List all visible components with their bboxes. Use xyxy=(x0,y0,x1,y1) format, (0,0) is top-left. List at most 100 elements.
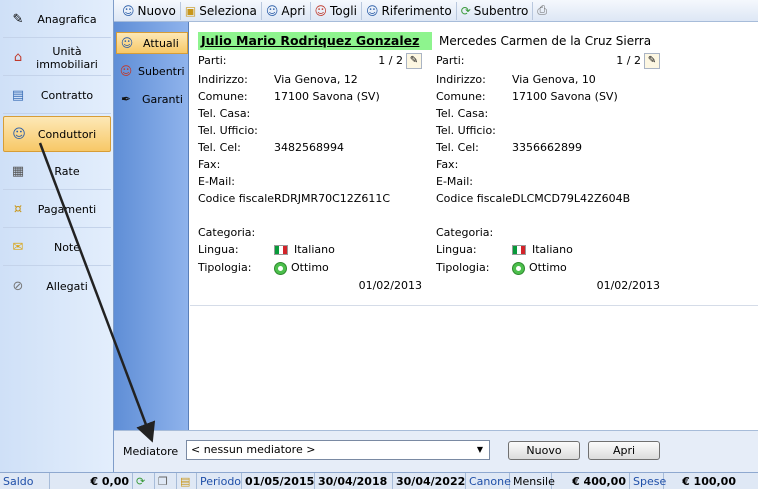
refresh-icon[interactable]: ⟳ xyxy=(133,472,155,489)
left-navigation: ✎ Anagrafica ⌂ Unità immobiliari ▤ Contr… xyxy=(0,0,114,472)
new-button[interactable]: ☺ Nuovo xyxy=(118,1,181,20)
calendar-icon: ▦ xyxy=(11,164,25,179)
codice-fiscale-label: Codice fiscale: xyxy=(198,192,278,205)
pencil-icon: ✎ xyxy=(12,12,24,27)
categoria-label: Categoria: xyxy=(198,226,256,239)
remove-user-icon: ☺ xyxy=(314,3,328,18)
tenant-card[interactable]: Julio Mario Rodriquez Gonzalez Parti: 1 … xyxy=(198,32,432,292)
mediator-open-button[interactable]: Apri xyxy=(588,441,660,460)
spese-value: € 100,00 xyxy=(682,474,736,488)
codice-fiscale-value: DLCMCD79L42Z604B xyxy=(512,192,631,205)
indirizzo-value: Via Genova, 12 xyxy=(274,73,358,86)
tipologia-value-wrap: Ottimo xyxy=(274,260,329,276)
tel-ufficio-label: Tel. Ufficio: xyxy=(198,124,258,137)
users-icon: ☺ xyxy=(120,36,134,50)
comune-label: Comune: xyxy=(198,90,248,103)
period-end-date: 30/04/2018 xyxy=(315,472,393,489)
tab-garanti[interactable]: ✒ Garanti xyxy=(116,88,188,110)
nav-item-rate[interactable]: ▦ Rate xyxy=(3,154,111,190)
tel-cel-label: Tel. Cel: xyxy=(198,141,241,154)
user-icon: ☺ xyxy=(12,126,26,142)
saldo-label: Saldo xyxy=(0,472,50,489)
parti-label: Parti: xyxy=(436,54,465,67)
tab-label: Garanti xyxy=(142,92,183,106)
parti-value: 1 / 2 xyxy=(616,54,641,67)
nav-item-allegati[interactable]: ⊘ Allegati xyxy=(3,268,111,304)
tab-subentri[interactable]: ☺ Subentri xyxy=(116,60,188,82)
date-row: 01/02/2013 xyxy=(198,278,422,294)
remove-button-label: Togli xyxy=(330,3,357,18)
email-label: E-Mail: xyxy=(198,175,235,188)
nav-item-anagrafica[interactable]: ✎ Anagrafica xyxy=(3,2,111,38)
nav-item-contratto[interactable]: ▤ Contratto xyxy=(3,78,111,114)
lingua-label: Lingua: xyxy=(436,243,477,256)
new-user-icon: ☺ xyxy=(122,3,135,18)
takeover-button[interactable]: ⟳ Subentro xyxy=(457,1,534,20)
parti-value-wrap: 1 / 2 ✎ xyxy=(378,53,422,69)
remove-button[interactable]: ☺ Togli xyxy=(311,1,362,20)
pen-icon: ✒ xyxy=(120,92,132,106)
nav-item-label: Contratto xyxy=(40,89,94,102)
nav-item-note[interactable]: ✉ Note xyxy=(3,230,111,266)
tel-ufficio-label: Tel. Ufficio: xyxy=(436,124,496,137)
mediator-select[interactable]: < nessun mediatore > ▼ xyxy=(186,440,490,460)
tenant-name[interactable]: Mercedes Carmen de la Cruz Sierra xyxy=(436,32,670,50)
tenant-date: 01/02/2013 xyxy=(358,279,422,292)
note-icon[interactable]: ▤ xyxy=(177,472,197,489)
tenant-name[interactable]: Julio Mario Rodriquez Gonzalez xyxy=(198,32,432,50)
nav-item-conduttori[interactable]: ☺ Conduttori xyxy=(3,116,111,152)
open-button-label: Apri xyxy=(281,3,306,18)
nav-item-unita-immobiliari[interactable]: ⌂ Unità immobiliari xyxy=(3,40,111,76)
tipologia-value: Ottimo xyxy=(529,261,567,274)
italy-flag-icon xyxy=(512,245,526,255)
tel-casa-label: Tel. Casa: xyxy=(436,107,489,120)
copy-icon[interactable]: ❐ xyxy=(155,472,177,489)
fax-label: Fax: xyxy=(198,158,221,171)
refresh-icon: ⟳ xyxy=(460,3,471,18)
spese-label: Spese xyxy=(630,472,666,489)
email-label: E-Mail: xyxy=(436,175,473,188)
reference-icon: ☺ xyxy=(365,3,379,18)
saldo-value: € 0,00 xyxy=(50,472,133,489)
nav-item-label: Unità immobiliari xyxy=(36,44,98,71)
tab-attuali[interactable]: ☺ Attuali xyxy=(116,32,188,54)
nav-item-pagamenti[interactable]: ¤ Pagamenti xyxy=(3,192,111,228)
chevron-down-icon[interactable]: ▼ xyxy=(473,443,487,457)
parti-value-wrap: 1 / 2 ✎ xyxy=(616,53,660,69)
tenant-card[interactable]: Mercedes Carmen de la Cruz Sierra Parti:… xyxy=(436,32,670,292)
nav-item-label: Anagrafica xyxy=(37,13,97,26)
house-icon: ⌂ xyxy=(13,50,23,65)
tel-cel-label: Tel. Cel: xyxy=(436,141,479,154)
status-bar: Saldo € 0,00 ⟳ ❐ ▤ Periodo 01/05/2015 30… xyxy=(0,472,758,489)
edit-pencil-icon[interactable]: ✎ xyxy=(406,53,422,69)
mediator-new-button[interactable]: Nuovo xyxy=(508,441,580,460)
indirizzo-value: Via Genova, 10 xyxy=(512,73,596,86)
printer-icon: ⎙ xyxy=(537,3,547,17)
takeover-button-label: Subentro xyxy=(473,3,529,18)
lingua-value-wrap: Italiano xyxy=(274,242,335,258)
tipologia-value-wrap: Ottimo xyxy=(512,260,567,276)
paperclip-icon: ⊘ xyxy=(12,278,24,294)
lingua-label: Lingua: xyxy=(198,243,239,256)
edit-pencil-icon[interactable]: ✎ xyxy=(644,53,660,69)
date-row: 01/02/2013 xyxy=(436,278,660,294)
select-icon: ▣ xyxy=(184,3,197,18)
lingua-value-wrap: Italiano xyxy=(512,242,573,258)
tel-casa-label: Tel. Casa: xyxy=(198,107,251,120)
lingua-value: Italiano xyxy=(532,243,573,256)
codice-fiscale-label: Codice fiscale: xyxy=(436,192,516,205)
tel-cel-value: 3356662899 xyxy=(512,141,582,154)
canone-label: Canone xyxy=(466,472,511,489)
codice-fiscale-value: RDRJMR70C12Z611C xyxy=(274,192,391,205)
nav-item-label: Rate xyxy=(54,165,80,178)
tipologia-value: Ottimo xyxy=(291,261,329,274)
open-user-icon: ☺ xyxy=(265,3,279,18)
select-button[interactable]: ▣ Seleziona xyxy=(181,1,262,20)
reference-button[interactable]: ☺ Riferimento xyxy=(362,1,457,20)
mediator-selected-value: < nessun mediatore > xyxy=(191,443,316,456)
italy-flag-icon xyxy=(274,245,288,255)
open-button[interactable]: ☺ Apri xyxy=(262,1,311,20)
tel-cel-value: 3482568994 xyxy=(274,141,344,154)
print-button[interactable]: ⎙ xyxy=(533,2,554,20)
nav-item-label: Allegati xyxy=(46,279,88,293)
